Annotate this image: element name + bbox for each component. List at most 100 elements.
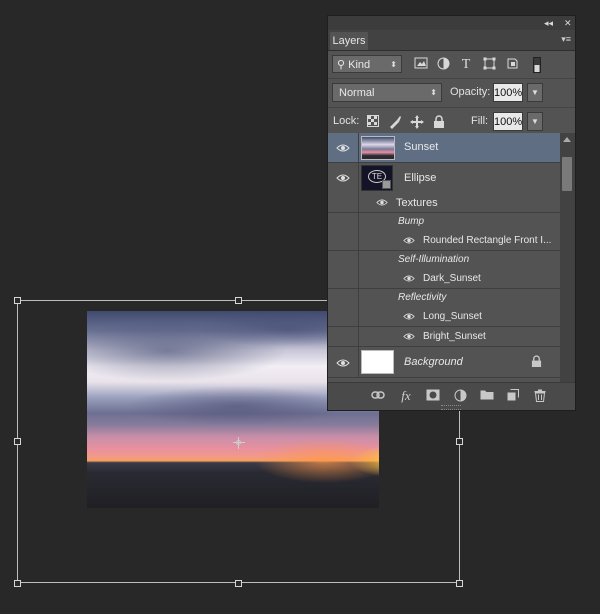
texture-group-label: Bump — [398, 216, 425, 227]
image-filter-icon[interactable] — [413, 57, 429, 73]
trash-icon[interactable] — [532, 389, 548, 403]
texture-group-label: Reflectivity — [398, 292, 447, 303]
panel-resize-grip[interactable] — [441, 405, 461, 410]
transform-handle-bottom-left[interactable] — [14, 580, 21, 587]
lock-icon — [531, 355, 543, 369]
texture-name: Long_Sunset — [423, 311, 482, 322]
visibility-column-divider — [358, 269, 359, 288]
layer-row-sunset[interactable]: Sunset — [328, 133, 560, 163]
layer-row-background[interactable]: Background — [328, 347, 560, 378]
fill-field[interactable]: 100% — [493, 112, 523, 131]
texture-row-dark-sunset[interactable]: Dark_Sunset — [328, 269, 560, 289]
eye-icon[interactable] — [376, 198, 390, 208]
close-panel-icon[interactable]: ✕ — [564, 17, 572, 29]
visibility-column-divider — [358, 213, 359, 231]
visibility-column-divider — [358, 133, 359, 162]
transform-handle-middle-right[interactable] — [456, 438, 463, 445]
folder-icon[interactable] — [479, 389, 495, 403]
panel-menu-icon[interactable]: ▾≡ — [561, 34, 571, 45]
eye-icon[interactable] — [403, 236, 417, 246]
lock-label: Lock: — [333, 115, 360, 127]
visibility-column-divider — [358, 289, 359, 307]
opacity-label: Opacity: — [450, 86, 491, 98]
opacity-field[interactable]: 100% — [493, 83, 523, 102]
kind-filter-label: Kind — [348, 59, 371, 71]
opacity-dropdown-button[interactable]: ▼ — [527, 83, 543, 102]
eye-icon[interactable] — [403, 332, 417, 342]
eye-icon[interactable] — [336, 358, 350, 368]
shape-filter-icon[interactable] — [481, 57, 497, 73]
lock-all-icon[interactable] — [432, 115, 446, 129]
layers-panel: ◂◂ ✕ Layers ▾≡ ⚲ Kind ⬍ T Normal ⬍ Opaci… — [327, 15, 576, 411]
transform-handle-bottom-right[interactable] — [456, 580, 463, 587]
adjustment-filter-icon[interactable] — [435, 57, 451, 73]
fx-icon[interactable]: fx — [398, 389, 414, 403]
visibility-column-divider — [358, 231, 359, 250]
visibility-column-divider — [358, 307, 359, 326]
layer-row-ellipse[interactable]: TE Ellipse — [328, 163, 560, 193]
transform-handle-middle-left[interactable] — [14, 438, 21, 445]
fill-dropdown-button[interactable]: ▼ — [527, 112, 543, 131]
texture-name: Dark_Sunset — [423, 273, 481, 284]
type-filter-icon[interactable]: T — [458, 57, 474, 73]
layer-name: Background — [404, 356, 463, 368]
fill-label: Fill: — [471, 115, 489, 127]
layer-thumbnail-ellipse: TE — [361, 165, 393, 191]
filter-toggle-icon[interactable] — [532, 57, 542, 73]
texture-group-self-illumination: Self-Illumination — [328, 251, 560, 269]
mask-icon[interactable] — [425, 389, 441, 403]
scroll-up-arrow-icon[interactable] — [563, 137, 571, 142]
new-layer-icon[interactable] — [505, 389, 521, 403]
texture-row-rounded-rectangle[interactable]: Rounded Rectangle Front I... — [328, 231, 560, 251]
layers-list: Sunset TE Ellipse Textures Bump Rounded … — [328, 133, 560, 384]
layers-scrollbar[interactable] — [560, 133, 575, 384]
eye-icon[interactable] — [336, 143, 350, 153]
blend-row: Normal ⬍ Opacity: 100% ▼ — [328, 79, 575, 108]
texture-group-bump: Bump — [328, 213, 560, 231]
transform-handle-top-left[interactable] — [14, 297, 21, 304]
eye-icon[interactable] — [336, 173, 350, 183]
search-icon: ⚲ — [337, 59, 349, 71]
visibility-column-divider — [358, 251, 359, 269]
eye-icon[interactable] — [403, 312, 417, 322]
panel-titlebar[interactable]: ◂◂ ✕ — [328, 16, 575, 30]
panel-tab-row: Layers ▾≡ — [328, 30, 575, 51]
visibility-column-divider — [358, 193, 359, 212]
layer-name: Ellipse — [404, 172, 437, 184]
visibility-column-divider — [358, 347, 359, 377]
chevron-updown-icon: ⬍ — [430, 88, 437, 97]
visibility-column-divider — [358, 327, 359, 346]
smart-object-filter-icon[interactable] — [504, 57, 520, 73]
layer-name: Sunset — [404, 141, 439, 153]
effect-row-textures[interactable]: Textures — [328, 193, 560, 213]
fx-label: fx — [401, 388, 411, 403]
chevron-updown-icon: ⬍ — [390, 60, 397, 69]
transform-pivot-icon[interactable] — [233, 437, 245, 449]
texture-name: Rounded Rectangle Front I... — [423, 235, 552, 246]
lock-transparent-pixels-icon[interactable] — [366, 115, 380, 129]
visibility-column-divider — [358, 163, 359, 193]
blend-mode-value: Normal — [339, 87, 375, 99]
transform-handle-bottom-center[interactable] — [235, 580, 242, 587]
layer-thumbnail-background — [361, 350, 394, 374]
effect-name: Textures — [396, 197, 438, 209]
tab-layers[interactable]: Layers — [330, 32, 368, 50]
eye-icon[interactable] — [403, 274, 417, 284]
scrollbar-thumb[interactable] — [562, 157, 572, 191]
adjustment-icon[interactable] — [452, 389, 468, 403]
link-icon[interactable] — [370, 389, 386, 403]
smart-object-badge-icon — [382, 180, 391, 189]
texture-group-reflectivity: Reflectivity — [328, 289, 560, 307]
layer-thumbnail-sunset — [361, 136, 395, 160]
texture-group-label: Self-Illumination — [398, 254, 470, 265]
lock-position-icon[interactable] — [410, 115, 424, 129]
transform-handle-top-center[interactable] — [235, 297, 242, 304]
texture-row-bright-sunset[interactable]: Bright_Sunset — [328, 327, 560, 347]
kind-filter-select[interactable]: ⚲ Kind ⬍ — [332, 55, 402, 73]
filter-row: ⚲ Kind ⬍ T — [328, 51, 575, 79]
texture-row-long-sunset[interactable]: Long_Sunset — [328, 307, 560, 327]
collapse-panel-icon[interactable]: ◂◂ — [544, 17, 553, 29]
texture-name: Bright_Sunset — [423, 331, 486, 342]
lock-image-pixels-icon[interactable] — [388, 115, 402, 129]
blend-mode-select[interactable]: Normal ⬍ — [332, 83, 442, 102]
